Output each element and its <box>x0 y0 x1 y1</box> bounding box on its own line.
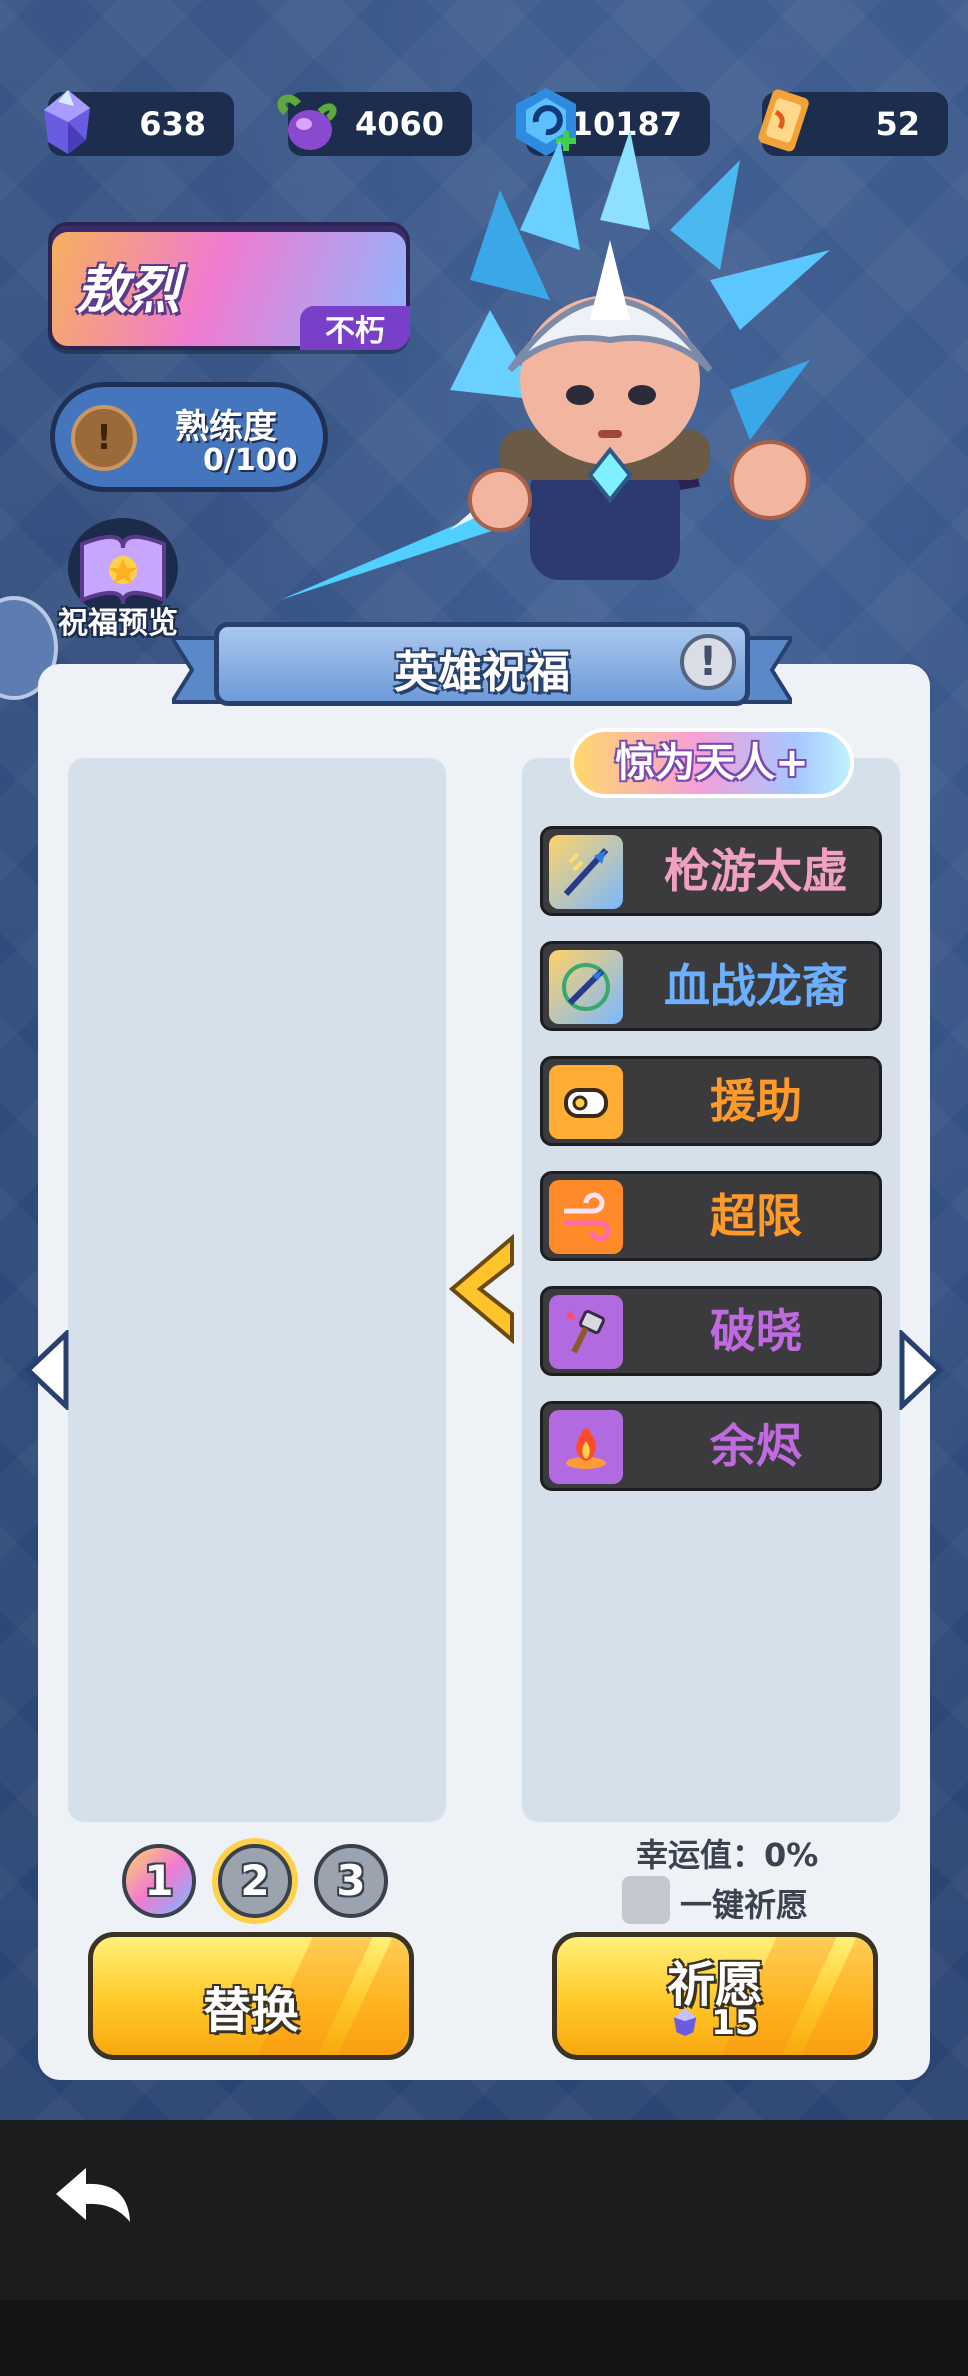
fire-icon <box>549 1410 623 1484</box>
current-blessing-column <box>68 758 446 1822</box>
skill-name: 枪游太虚 <box>664 844 848 898</box>
skill-item[interactable]: 超限 <box>540 1171 882 1261</box>
currency-crystal[interactable]: 638 <box>44 90 234 156</box>
one-key-wish-label: 一键祈愿 <box>680 1886 809 1924</box>
wish-cost: 15 <box>557 2003 873 2043</box>
page-button-1[interactable]: 1 <box>122 1844 196 1918</box>
bottom-strip <box>0 2300 968 2376</box>
page-button-3[interactable]: 3 <box>314 1844 388 1918</box>
skill-name: 血战龙裔 <box>664 959 848 1013</box>
wish-button[interactable]: 祈愿 15 <box>552 1932 878 2060</box>
luck-value: 幸运值：0% <box>636 1836 819 1874</box>
skill-item[interactable]: 枪游太虚 <box>540 826 882 916</box>
hammer-icon <box>549 1295 623 1369</box>
assist-icon <box>549 1065 623 1139</box>
wind-icon <box>549 1180 623 1254</box>
crossed-spear-icon <box>549 950 623 1024</box>
back-arrow-icon[interactable] <box>48 2160 138 2240</box>
wish-cost-value: 15 <box>711 2003 759 2043</box>
proficiency-label: 熟练度 <box>175 407 277 447</box>
currency-value: 638 <box>139 105 206 143</box>
previous-page-arrow-icon[interactable] <box>22 1330 70 1410</box>
skill-item[interactable]: 破晓 <box>540 1286 882 1376</box>
skill-name: 余烬 <box>710 1419 802 1473</box>
hero-character-art <box>280 130 830 600</box>
crystal-icon <box>28 82 108 162</box>
panel-banner: 英雄祝福 ! <box>172 618 792 714</box>
info-button[interactable]: ! <box>680 634 736 690</box>
skill-item[interactable]: 援助 <box>540 1056 882 1146</box>
page-button-2[interactable]: 2 <box>218 1844 292 1918</box>
next-page-arrow-icon[interactable] <box>898 1330 946 1410</box>
hero-name: 敖烈 <box>76 261 181 321</box>
skill-name: 超限 <box>710 1189 802 1243</box>
crystal-icon <box>674 2008 697 2036</box>
proficiency-medal-icon: ! <box>71 405 137 471</box>
replace-button[interactable]: 替换 <box>88 1932 414 2060</box>
skill-name: 援助 <box>710 1074 802 1128</box>
skill-item[interactable]: 余烬 <box>540 1401 882 1491</box>
one-key-wish-checkbox[interactable] <box>622 1876 670 1924</box>
skill-item[interactable]: 血战龙裔 <box>540 941 882 1031</box>
transfer-arrow-icon <box>448 1234 514 1344</box>
skill-name: 破晓 <box>710 1304 802 1358</box>
blessing-tier-badge: 惊为天人+ <box>570 728 854 798</box>
blessing-preview-label: 祝福预览 <box>58 606 178 641</box>
spear-icon <box>549 835 623 909</box>
replace-label: 替换 <box>202 1983 299 2039</box>
